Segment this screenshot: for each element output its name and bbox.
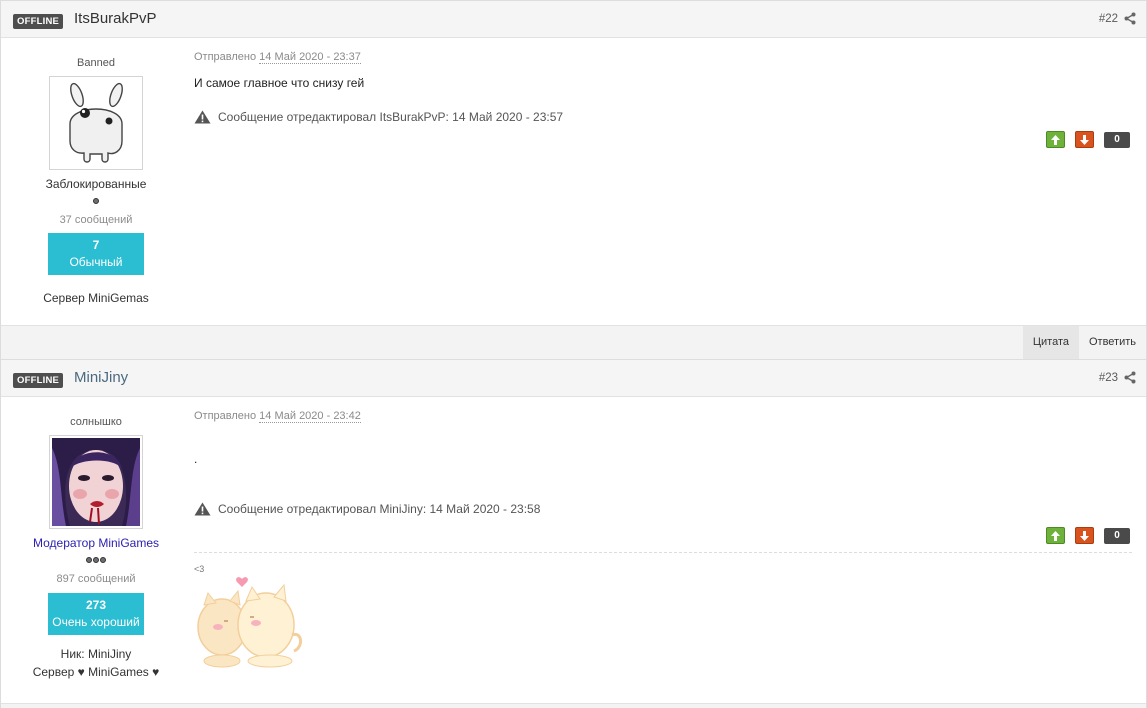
- posted-date: 14 Май 2020 - 23:42: [259, 410, 361, 423]
- user-title: солнышко: [70, 416, 122, 428]
- custom-field-server: Сервер MiniGemas: [43, 291, 149, 305]
- offline-badge: OFFLINE: [13, 14, 64, 29]
- arrow-up-icon: [1051, 134, 1060, 145]
- edit-note: Сообщение отредактировал ItsBurakPvP: 14…: [194, 110, 1132, 124]
- reputation-label: Обычный: [69, 255, 123, 269]
- arrow-down-icon: [1080, 530, 1089, 541]
- post-text: .: [194, 452, 198, 466]
- reputation-label: Очень хороший: [52, 615, 140, 629]
- rank-pips: [21, 555, 171, 567]
- user-avatar-image: [52, 438, 140, 526]
- vote-up-button[interactable]: [1046, 527, 1065, 544]
- vote-count: 0: [1104, 527, 1130, 544]
- vote-up-button[interactable]: [1046, 131, 1065, 148]
- member-group[interactable]: Модератор MiniGames: [21, 536, 171, 550]
- vote-count: 0: [1104, 131, 1130, 148]
- custom-fields: Ник: MiniJiny Сервер ♥ MiniGames ♥: [21, 645, 171, 681]
- post-content: Отправлено 14 Май 2020 - 23:42 . Сообщен…: [194, 410, 1132, 516]
- edit-note-text: Сообщение отредактировал MiniJiny: 14 Ма…: [218, 502, 541, 516]
- avatar[interactable]: [49, 435, 143, 529]
- author-info: солнышко Модератор MiniGames 897 сообщен…: [21, 416, 171, 681]
- rank-pip-icon: [86, 557, 92, 563]
- rank-pips: [21, 196, 171, 208]
- post-author-link[interactable]: MiniJiny: [74, 369, 128, 386]
- post-header: OFFLINE ItsBurakPvP #22: [1, 0, 1146, 38]
- quote-button[interactable]: Цитата: [1022, 326, 1079, 359]
- reputation-value: 273: [85, 598, 107, 612]
- signature-text: <3: [194, 564, 205, 574]
- arrow-up-icon: [1051, 530, 1060, 541]
- posted-date-line: Отправлено 14 Май 2020 - 23:37: [194, 51, 1132, 64]
- author-info: Banned Заблокированные 37 сообщений 7 Об…: [21, 57, 171, 307]
- default-avatar-icon: [52, 79, 140, 167]
- avatar[interactable]: [49, 76, 143, 170]
- vote-controls: 0: [1036, 131, 1130, 148]
- warning-icon: [194, 110, 211, 124]
- reputation-box[interactable]: 273 Очень хороший: [48, 593, 144, 635]
- signature-divider: [194, 552, 1132, 553]
- posted-date-line: Отправлено 14 Май 2020 - 23:42: [194, 410, 1132, 423]
- offline-badge: OFFLINE: [13, 373, 64, 388]
- edit-note: Сообщение отредактировал MiniJiny: 14 Ма…: [194, 502, 1132, 516]
- vote-controls: 0: [1036, 527, 1130, 544]
- share-icon[interactable]: [1124, 371, 1136, 384]
- rank-pip-icon: [93, 557, 99, 563]
- member-group: Заблокированные: [45, 177, 147, 191]
- next-post-edge: [1, 703, 1146, 708]
- post-footer: Цитата Ответить: [1, 325, 1146, 359]
- forum-topic-page: OFFLINE ItsBurakPvP #22 Banned Заблокиро…: [0, 0, 1147, 708]
- signature-image: [194, 575, 308, 675]
- post-number-link[interactable]: #22: [1099, 13, 1118, 25]
- rank-pip-icon: [100, 557, 106, 563]
- post-header: OFFLINE MiniJiny #23: [1, 359, 1146, 397]
- posted-date: 14 Май 2020 - 23:37: [259, 51, 361, 64]
- post-count: 37 сообщений: [59, 214, 133, 226]
- posted-prefix: Отправлено: [194, 410, 257, 422]
- custom-field-server: Сервер ♥ MiniGames ♥: [32, 665, 160, 679]
- vote-down-button[interactable]: [1075, 131, 1094, 148]
- post-content: Отправлено 14 Май 2020 - 23:37 И самое г…: [194, 51, 1132, 124]
- arrow-down-icon: [1080, 134, 1089, 145]
- post-text: И самое главное что снизу гей: [194, 76, 365, 90]
- post-author-link[interactable]: ItsBurakPvP: [74, 10, 157, 27]
- reputation-box[interactable]: 7 Обычный: [48, 233, 144, 275]
- posted-prefix: Отправлено: [194, 51, 257, 63]
- user-title: Banned: [77, 57, 115, 69]
- reputation-value: 7: [92, 238, 100, 252]
- reply-button[interactable]: Ответить: [1079, 326, 1146, 359]
- vote-down-button[interactable]: [1075, 527, 1094, 544]
- edit-note-text: Сообщение отредактировал ItsBurakPvP: 14…: [218, 110, 564, 124]
- custom-fields: Сервер MiniGemas: [21, 289, 171, 307]
- warning-icon: [194, 502, 211, 516]
- post-count: 897 сообщений: [56, 573, 136, 585]
- rank-pip-icon: [93, 198, 99, 204]
- post-number-link[interactable]: #23: [1099, 372, 1118, 384]
- share-icon[interactable]: [1124, 12, 1136, 25]
- custom-field-nick: Ник: MiniJiny: [60, 647, 132, 661]
